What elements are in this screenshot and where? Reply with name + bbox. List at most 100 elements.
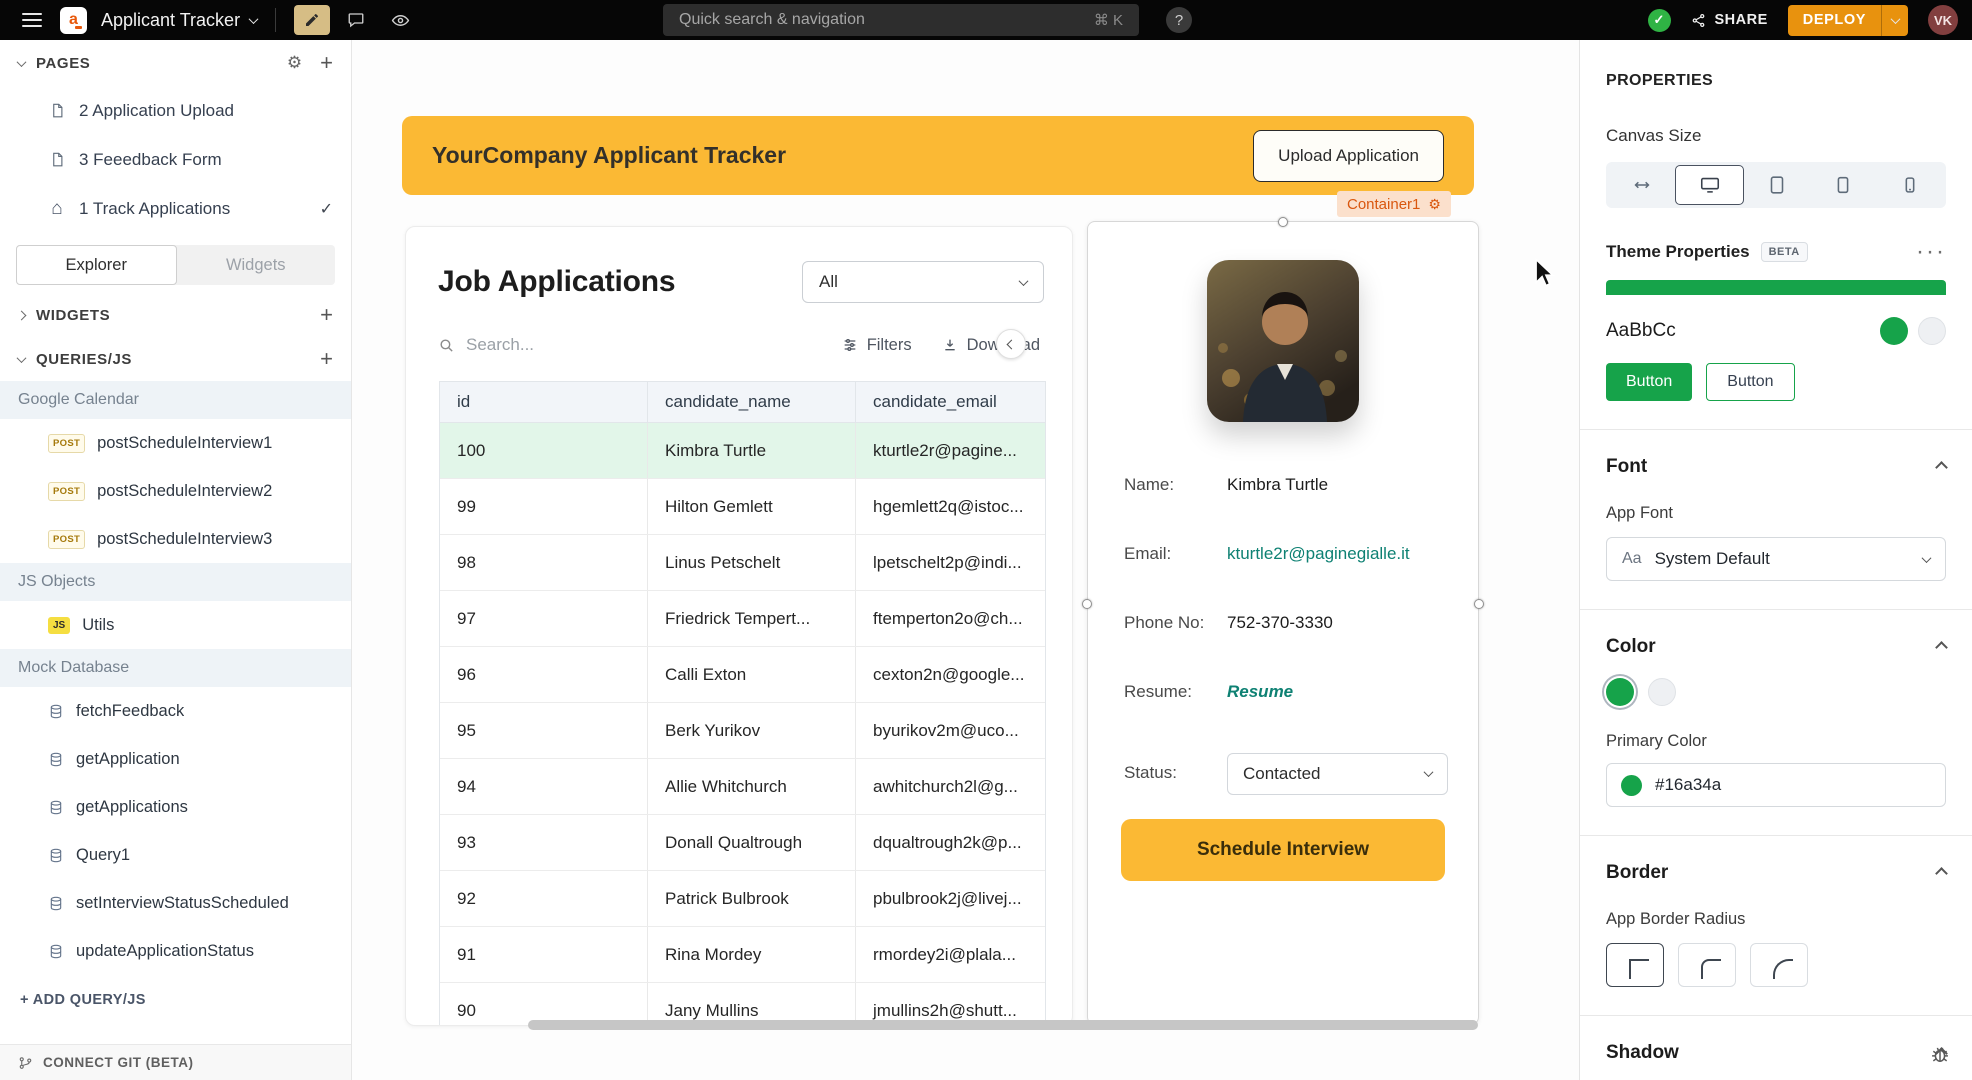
widget-settings-icon[interactable]: ⚙ bbox=[1428, 196, 1441, 213]
pages-collapse-icon[interactable] bbox=[17, 57, 27, 67]
app-title[interactable]: Applicant Tracker bbox=[101, 10, 240, 31]
table-row[interactable]: 95 Berk Yurikov byurikov2m@uco... bbox=[440, 703, 1045, 759]
theme-more-options-button[interactable]: ··· bbox=[1916, 248, 1946, 256]
secondary-color-swatch[interactable] bbox=[1648, 678, 1676, 706]
query-item[interactable]: JS Utils bbox=[0, 601, 351, 649]
pages-settings-icon[interactable]: ⚙ bbox=[287, 53, 302, 73]
page-item[interactable]: ⌂ 2 Application Upload ✓ bbox=[0, 86, 351, 135]
add-query-js-button[interactable]: + ADD QUERY/JS bbox=[0, 975, 351, 1024]
queries-section-header[interactable]: QUERIES/JS + bbox=[0, 337, 351, 381]
query-item[interactable]: Google Calendar bbox=[0, 381, 351, 419]
tab-widgets[interactable]: Widgets bbox=[177, 245, 336, 285]
border-radius-medium-option[interactable] bbox=[1678, 943, 1736, 987]
table-row[interactable]: 98 Linus Petschelt lpetschelt2p@indi... bbox=[440, 535, 1045, 591]
share-button[interactable]: SHARE bbox=[1691, 12, 1768, 28]
add-query-plus-button[interactable]: + bbox=[320, 349, 333, 369]
column-header[interactable]: id bbox=[440, 382, 647, 422]
theme-outline-button-preview[interactable]: Button bbox=[1706, 363, 1794, 401]
filters-button[interactable]: Filters bbox=[842, 336, 912, 355]
table-row[interactable]: 94 Allie Whitchurch awhitchurch2l@g... bbox=[440, 759, 1045, 815]
query-item[interactable]: POST postScheduleInterview3 bbox=[0, 515, 351, 563]
canvas-size-mobile-option[interactable] bbox=[1877, 165, 1943, 205]
theme-color-swatch-green[interactable] bbox=[1880, 317, 1908, 345]
schedule-interview-button[interactable]: Schedule Interview bbox=[1121, 819, 1445, 881]
column-header[interactable]: candidate_name bbox=[647, 382, 855, 422]
table-search-input[interactable]: Search... bbox=[466, 335, 812, 355]
queries-collapse-icon[interactable] bbox=[17, 353, 27, 363]
table-row[interactable]: 100 Kimbra Turtle kturtle2r@pagine... bbox=[440, 423, 1045, 479]
table-row[interactable]: 93 Donall Qualtrough dqualtrough2k@p... bbox=[440, 815, 1045, 871]
cell-candidate-name: Rina Mordey bbox=[647, 927, 855, 982]
column-header[interactable]: candidate_email bbox=[855, 382, 1045, 422]
query-item[interactable]: JS Objects bbox=[0, 563, 351, 601]
primary-color-input[interactable]: #16a34a bbox=[1606, 763, 1946, 807]
resize-handle-left[interactable] bbox=[1082, 599, 1092, 609]
horizontal-scrollbar[interactable] bbox=[528, 1020, 1478, 1030]
view-mode-button[interactable] bbox=[382, 5, 418, 35]
applicant-photo bbox=[1207, 260, 1359, 422]
section-divider bbox=[1580, 835, 1972, 836]
app-border-radius-label: App Border Radius bbox=[1606, 910, 1946, 929]
app-title-chevron-icon[interactable] bbox=[249, 14, 259, 24]
edit-mode-button[interactable] bbox=[294, 5, 330, 35]
pages-section-header[interactable]: PAGES ⚙ + bbox=[0, 40, 351, 86]
border-radius-none-option[interactable] bbox=[1606, 943, 1664, 987]
table-row[interactable]: 99 Hilton Gemlett hgemlett2q@istoc... bbox=[440, 479, 1045, 535]
help-button[interactable]: ? bbox=[1166, 7, 1192, 33]
tab-explorer[interactable]: Explorer bbox=[16, 245, 177, 285]
page-item[interactable]: ⌂ 1 Track Applications ✓ bbox=[0, 184, 351, 233]
query-item[interactable]: getApplication bbox=[0, 735, 351, 783]
query-item[interactable]: setInterviewStatusScheduled bbox=[0, 879, 351, 927]
deploy-button[interactable]: DEPLOY bbox=[1788, 5, 1908, 36]
query-item[interactable]: POST postScheduleInterview2 bbox=[0, 467, 351, 515]
mobile-icon bbox=[1899, 174, 1921, 196]
table-row[interactable]: 96 Calli Exton cexton2n@google... bbox=[440, 647, 1045, 703]
table-row[interactable]: 91 Rina Mordey rmordey2i@plala... bbox=[440, 927, 1045, 983]
query-item[interactable]: Mock Database bbox=[0, 649, 351, 687]
page-item[interactable]: ⌂ 3 Feeedback Form ✓ bbox=[0, 135, 351, 184]
email-link[interactable]: kturtle2r@paginegialle.it bbox=[1227, 543, 1410, 565]
query-item[interactable]: POST postScheduleInterview1 bbox=[0, 419, 351, 467]
app-header-container[interactable]: YourCompany Applicant Tracker Upload App… bbox=[402, 116, 1474, 195]
add-page-button[interactable]: + bbox=[320, 53, 333, 73]
border-radius-large-option[interactable] bbox=[1750, 943, 1808, 987]
color-section-header[interactable]: Color bbox=[1606, 636, 1946, 658]
debug-bug-button[interactable] bbox=[1930, 1045, 1950, 1070]
comment-mode-button[interactable] bbox=[338, 5, 374, 35]
theme-color-swatch-light[interactable] bbox=[1918, 317, 1946, 345]
query-item[interactable]: updateApplicationStatus bbox=[0, 927, 351, 975]
canvas-size-tablet-large-option[interactable] bbox=[1744, 165, 1810, 205]
app-font-select[interactable]: Aa System Default bbox=[1606, 537, 1946, 581]
collapse-panel-button[interactable] bbox=[996, 329, 1026, 359]
query-item[interactable]: fetchFeedback bbox=[0, 687, 351, 735]
status-filter-select[interactable]: All bbox=[802, 261, 1044, 303]
status-select[interactable]: Contacted bbox=[1227, 753, 1448, 795]
query-item[interactable]: Query1 bbox=[0, 831, 351, 879]
canvas-size-tablet-option[interactable] bbox=[1810, 165, 1876, 205]
resize-handle-top[interactable] bbox=[1278, 217, 1288, 227]
primary-color-swatch[interactable] bbox=[1606, 678, 1634, 706]
theme-primary-button-preview[interactable]: Button bbox=[1606, 363, 1692, 401]
connect-git-bar[interactable]: CONNECT GIT (BETA) bbox=[0, 1044, 351, 1080]
resize-handle-right[interactable] bbox=[1474, 599, 1484, 609]
user-avatar[interactable]: VK bbox=[1928, 5, 1958, 35]
section-divider bbox=[1580, 429, 1972, 430]
border-section-header[interactable]: Border bbox=[1606, 862, 1946, 884]
query-item[interactable]: getApplications bbox=[0, 783, 351, 831]
table-row[interactable]: 92 Patrick Bulbrook pbulbrook2j@livej... bbox=[440, 871, 1045, 927]
canvas-size-desktop-option[interactable] bbox=[1675, 165, 1743, 205]
widgets-section-header[interactable]: WIDGETS + bbox=[0, 293, 351, 337]
canvas-size-fluid-option[interactable] bbox=[1609, 165, 1675, 205]
shadow-section-header[interactable]: Shadow bbox=[1606, 1042, 1946, 1064]
font-section-header[interactable]: Font bbox=[1606, 456, 1946, 478]
resume-link[interactable]: Resume bbox=[1227, 681, 1293, 703]
container-widget-tag[interactable]: Container1 ⚙ bbox=[1337, 191, 1451, 217]
quick-search-input[interactable]: Quick search & navigation ⌘ K bbox=[663, 4, 1139, 36]
add-widget-button[interactable]: + bbox=[320, 305, 333, 325]
table-row[interactable]: 97 Friedrick Tempert... ftemperton2o@ch.… bbox=[440, 591, 1045, 647]
applicant-detail-container[interactable]: Name: Kimbra Turtle Email: kturtle2r@pag… bbox=[1087, 221, 1479, 1025]
widgets-collapse-icon[interactable] bbox=[17, 310, 27, 320]
deploy-caret-button[interactable] bbox=[1881, 5, 1908, 36]
hamburger-menu-icon[interactable] bbox=[22, 13, 42, 27]
upload-application-button[interactable]: Upload Application bbox=[1253, 130, 1444, 182]
